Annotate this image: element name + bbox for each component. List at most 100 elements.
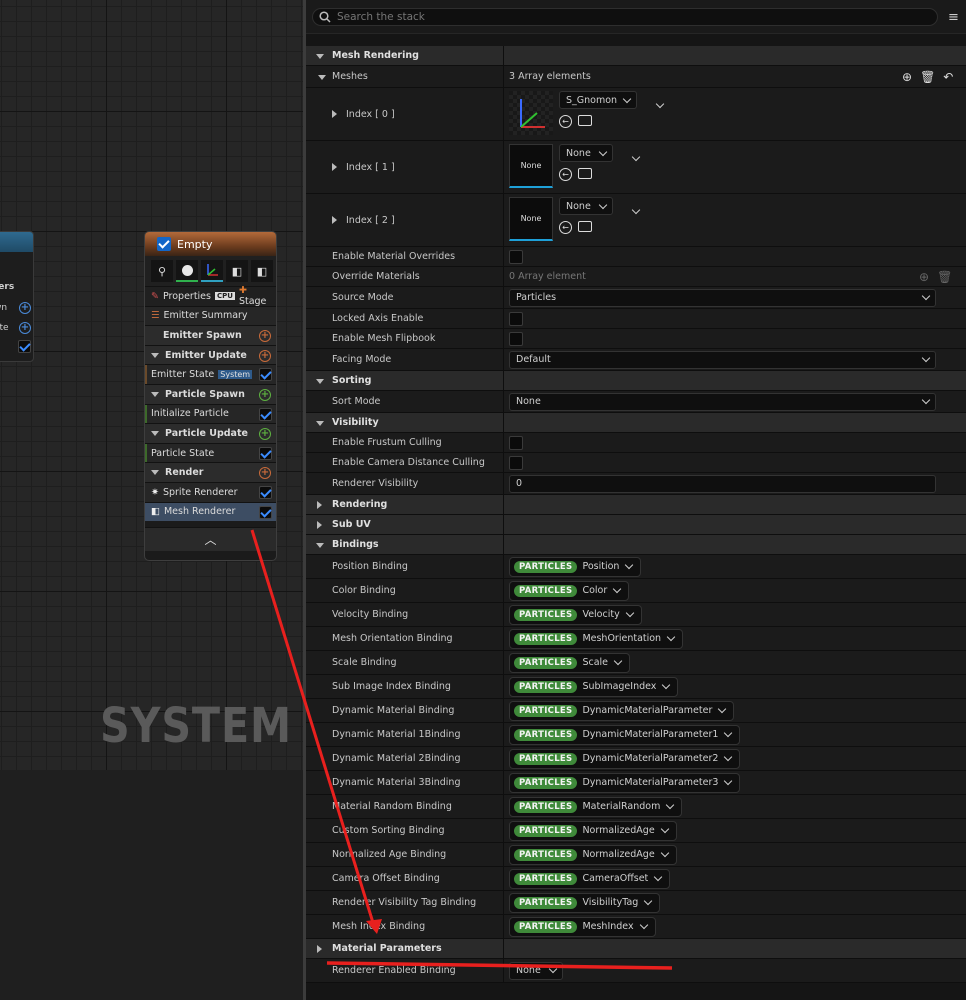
binding-dropdown[interactable]: PARTICLES Scale bbox=[509, 652, 630, 673]
binding-dropdown[interactable]: PARTICLES NormalizedAge bbox=[509, 844, 677, 865]
add-icon[interactable]: + bbox=[19, 302, 31, 314]
expand-arrow-icon[interactable] bbox=[332, 163, 337, 171]
collapsed-arrow-icon[interactable] bbox=[317, 520, 322, 529]
collapse-node-button[interactable]: ︿ bbox=[145, 527, 276, 552]
mesh-gnomon-thumb-icon[interactable] bbox=[201, 260, 223, 282]
expand-chevron-icon[interactable] bbox=[655, 99, 665, 109]
binding-dropdown[interactable]: PARTICLES NormalizedAge bbox=[509, 820, 677, 841]
expand-chevron-icon[interactable] bbox=[631, 152, 641, 162]
enable-checkbox[interactable] bbox=[259, 368, 272, 382]
collapsed-arrow-icon[interactable] bbox=[317, 944, 322, 953]
node-stack-row[interactable]: Initialize Particle bbox=[145, 403, 276, 424]
node-stack-row[interactable]: Emitter Update + bbox=[145, 344, 276, 365]
mesh-thumbnail[interactable]: None bbox=[509, 197, 553, 241]
expand-arrow-icon[interactable] bbox=[151, 391, 159, 397]
pin-icon[interactable]: ⚲ bbox=[151, 260, 173, 282]
browse-asset-icon[interactable] bbox=[578, 168, 592, 179]
renderer-enabled-dropdown[interactable]: None bbox=[509, 961, 563, 980]
sort-mode-dropdown[interactable]: None bbox=[509, 392, 936, 411]
filter-icon[interactable]: ≡ bbox=[948, 10, 959, 25]
delete-icon[interactable]: 🗑 bbox=[920, 70, 935, 84]
category-header[interactable]: Sorting bbox=[306, 371, 966, 391]
partial-emitter-node[interactable]: ters wn+ ate+ bbox=[0, 231, 34, 362]
emitter-enable-checkbox[interactable] bbox=[157, 237, 171, 251]
expand-arrow-icon[interactable] bbox=[316, 53, 324, 59]
enum-dropdown[interactable]: Default bbox=[509, 350, 936, 369]
binding-dropdown[interactable]: PARTICLES MeshOrientation bbox=[509, 628, 684, 649]
binding-dropdown[interactable]: PARTICLES Color bbox=[509, 580, 630, 601]
checkbox[interactable] bbox=[509, 311, 523, 326]
binding-dropdown[interactable]: PARTICLES MeshIndex bbox=[509, 916, 656, 937]
expand-arrow-icon[interactable] bbox=[332, 216, 337, 224]
add-module-icon[interactable]: + bbox=[259, 467, 271, 480]
add-stage-button[interactable]: ✚ Stage bbox=[239, 285, 276, 307]
add-module-icon[interactable]: + bbox=[259, 388, 271, 401]
sprite-thumb-icon[interactable] bbox=[176, 260, 198, 282]
enable-checkbox[interactable] bbox=[259, 505, 272, 519]
checkbox[interactable] bbox=[509, 455, 523, 470]
expand-arrow-icon[interactable] bbox=[316, 542, 324, 548]
cube-icon[interactable]: ◧ bbox=[226, 260, 248, 282]
add-module-icon[interactable]: + bbox=[259, 428, 271, 441]
category-header[interactable]: Material Parameters bbox=[306, 939, 966, 959]
category-header[interactable]: Mesh Rendering bbox=[306, 46, 966, 66]
add-module-icon[interactable]: + bbox=[259, 330, 271, 343]
binding-dropdown[interactable]: PARTICLES DynamicMaterialParameter2 bbox=[509, 748, 741, 769]
binding-dropdown[interactable]: PARTICLES CameraOffset bbox=[509, 868, 671, 889]
delete-icon[interactable]: 🗑 bbox=[937, 270, 952, 284]
node-stack-row[interactable]: ✷ Sprite Renderer bbox=[145, 481, 276, 502]
binding-dropdown[interactable]: PARTICLES SubImageIndex bbox=[509, 676, 679, 697]
use-selected-icon[interactable]: ← bbox=[559, 115, 572, 128]
node-stack-row[interactable]: Emitter State System bbox=[145, 364, 276, 384]
add-element-icon[interactable]: ⊕ bbox=[919, 270, 929, 284]
mesh-thumbnail[interactable] bbox=[509, 90, 553, 135]
emitter-node[interactable]: Empty ⚲ ◧ ◧ ✎ Properties CPU ✚ Stage ☰ Em… bbox=[144, 231, 277, 561]
category-header[interactable]: Bindings bbox=[306, 535, 966, 555]
mesh-dropdown[interactable]: S_Gnomon bbox=[559, 91, 637, 109]
expand-arrow-icon[interactable] bbox=[318, 75, 326, 80]
binding-dropdown[interactable]: PARTICLES Position bbox=[509, 556, 642, 577]
search-box[interactable] bbox=[312, 8, 938, 26]
expand-arrow-icon[interactable] bbox=[332, 110, 337, 118]
enable-checkbox[interactable] bbox=[259, 446, 272, 460]
node-stack-row[interactable]: Render + bbox=[145, 462, 276, 482]
node-stack-row[interactable]: Emitter Spawn + bbox=[145, 325, 276, 345]
node-stack-row[interactable]: ☰ Emitter Summary bbox=[145, 305, 276, 326]
expand-arrow-icon[interactable] bbox=[151, 470, 159, 476]
node-stack-row[interactable]: Particle Update + bbox=[145, 423, 276, 443]
add-icon[interactable]: + bbox=[19, 322, 31, 334]
checkbox[interactable] bbox=[509, 331, 523, 346]
enable-checkbox[interactable] bbox=[259, 407, 272, 421]
binding-dropdown[interactable]: PARTICLES DynamicMaterialParameter3 bbox=[509, 772, 741, 793]
expand-arrow-icon[interactable] bbox=[316, 378, 324, 384]
browse-asset-icon[interactable] bbox=[578, 115, 592, 126]
enable-checkbox[interactable] bbox=[259, 485, 272, 499]
expand-arrow-icon[interactable] bbox=[151, 430, 159, 436]
node-stack-row[interactable]: ◧ Mesh Renderer bbox=[145, 501, 276, 522]
expand-arrow-icon[interactable] bbox=[316, 420, 324, 426]
category-header[interactable]: Rendering bbox=[306, 495, 966, 515]
binding-dropdown[interactable]: PARTICLES MaterialRandom bbox=[509, 796, 683, 817]
use-selected-icon[interactable]: ← bbox=[559, 168, 572, 181]
reset-icon[interactable]: ↶ bbox=[943, 70, 953, 84]
mesh-dropdown[interactable]: None bbox=[559, 144, 613, 162]
binding-dropdown[interactable]: PARTICLES Velocity bbox=[509, 604, 642, 625]
enum-dropdown[interactable]: Particles bbox=[509, 288, 936, 307]
cube-icon[interactable]: ◧ bbox=[251, 260, 273, 282]
use-selected-icon[interactable]: ← bbox=[559, 221, 572, 234]
mesh-dropdown[interactable]: None bbox=[559, 197, 613, 215]
node-stack-row[interactable]: Particle State bbox=[145, 442, 276, 463]
checkbox[interactable] bbox=[509, 435, 523, 450]
expand-chevron-icon[interactable] bbox=[631, 205, 641, 215]
mesh-thumbnail[interactable]: None bbox=[509, 144, 553, 188]
category-header[interactable]: Sub UV bbox=[306, 515, 966, 535]
emitter-node-header[interactable]: Empty bbox=[145, 232, 276, 256]
browse-asset-icon[interactable] bbox=[578, 221, 592, 232]
renderer-visibility-input[interactable]: 0 bbox=[509, 474, 936, 493]
collapsed-arrow-icon[interactable] bbox=[317, 500, 322, 509]
search-input[interactable] bbox=[337, 11, 917, 23]
binding-dropdown[interactable]: PARTICLES VisibilityTag bbox=[509, 892, 661, 913]
checkbox[interactable] bbox=[509, 249, 523, 264]
category-header[interactable]: Visibility bbox=[306, 413, 966, 433]
add-module-icon[interactable]: + bbox=[259, 349, 271, 362]
